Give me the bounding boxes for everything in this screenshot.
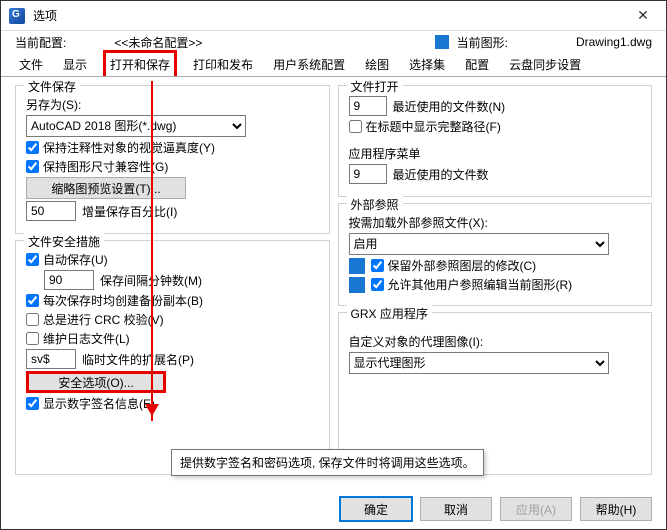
file-open-header: 文件打开 — [347, 78, 403, 95]
autosave-check[interactable]: 自动保存(U) — [26, 251, 108, 268]
incr-save-label: 增量保存百分比(I) — [82, 203, 177, 220]
security-options-button[interactable]: 安全选项(O)... — [26, 371, 166, 393]
tab-open-save[interactable]: 打开和保存 — [103, 50, 177, 76]
xref-layer-icon — [349, 258, 365, 274]
current-profile-label: 当前配置: — [15, 34, 66, 51]
appmenu-recent-input[interactable] — [349, 164, 387, 184]
appmenu-recent-label: 最近使用的文件数 — [393, 166, 489, 183]
help-button[interactable]: 帮助(H) — [580, 497, 652, 521]
size-compat-check[interactable]: 保持图形尺寸兼容性(G) — [26, 158, 168, 175]
temp-ext-input[interactable] — [26, 349, 76, 369]
app-menu-header: 应用程序菜单 — [349, 145, 421, 162]
current-drawing-value: Drawing1.dwg — [576, 35, 652, 49]
tab-print[interactable]: 打印和发布 — [189, 53, 257, 76]
xref-edit-check[interactable]: 允许其他用户参照编辑当前图形(R) — [371, 276, 573, 293]
file-safety-header: 文件安全措施 — [24, 233, 104, 250]
xref-edit-icon — [349, 277, 365, 293]
tab-draft[interactable]: 绘图 — [361, 53, 393, 76]
tooltip: 提供数字签名和密码选项, 保存文件时将调用这些选项。 — [171, 449, 484, 476]
save-format-select[interactable]: AutoCAD 2018 图形(*.dwg) — [26, 115, 246, 137]
window-title: 选项 — [33, 7, 628, 24]
autosave-interval-input[interactable] — [44, 270, 94, 290]
tab-file[interactable]: 文件 — [15, 53, 47, 76]
xref-header: 外部参照 — [347, 196, 403, 213]
right-column: 文件打开 最近使用的文件数(N) 在标题中显示完整路径(F) 应用程序菜单 最近… — [338, 85, 653, 475]
fullpath-check[interactable]: 在标题中显示完整路径(F) — [349, 118, 501, 135]
save-as-label: 另存为(S): — [26, 96, 81, 113]
tab-user-sys[interactable]: 用户系统配置 — [269, 53, 349, 76]
left-column: 文件保存 另存为(S): AutoCAD 2018 图形(*.dwg) 保持注释… — [15, 85, 330, 475]
thumbnail-settings-button[interactable]: 缩略图预览设置(T)... — [26, 177, 186, 199]
cancel-button[interactable]: 取消 — [420, 497, 492, 521]
group-xref: 外部参照 按需加载外部参照文件(X): 启用 保留外部参照图层的修改(C) 允许… — [338, 203, 653, 306]
crc-check[interactable]: 总是进行 CRC 校验(V) — [26, 311, 164, 328]
xref-load-label: 按需加载外部参照文件(X): — [349, 214, 488, 231]
file-save-header: 文件保存 — [24, 78, 80, 95]
proxy-label: 自定义对象的代理图像(I): — [349, 333, 484, 350]
apply-button[interactable]: 应用(A) — [500, 497, 572, 521]
drawing-icon — [435, 35, 449, 49]
annot-fidelity-check[interactable]: 保持注释性对象的视觉逼真度(Y) — [26, 139, 215, 156]
log-check[interactable]: 维护日志文件(L) — [26, 330, 130, 347]
autosave-interval-label: 保存间隔分钟数(M) — [100, 272, 202, 289]
group-file-save: 文件保存 另存为(S): AutoCAD 2018 图形(*.dwg) 保持注释… — [15, 85, 330, 234]
digital-sig-check[interactable]: 显示数字签名信息(E) — [26, 395, 155, 412]
backup-check[interactable]: 每次保存时均创建备份副本(B) — [26, 292, 203, 309]
group-file-open: 文件打开 最近使用的文件数(N) 在标题中显示完整路径(F) 应用程序菜单 最近… — [338, 85, 653, 197]
config-row: 当前配置: <<未命名配置>> 当前图形: Drawing1.dwg — [1, 31, 666, 53]
tab-selection[interactable]: 选择集 — [405, 53, 449, 76]
titlebar: 选项 ✕ — [1, 1, 666, 31]
recent-files-input[interactable] — [349, 96, 387, 116]
tab-bar: 文件 显示 打开和保存 打印和发布 用户系统配置 绘图 选择集 配置 云盘同步设… — [1, 53, 666, 77]
tab-display[interactable]: 显示 — [59, 53, 91, 76]
recent-files-label: 最近使用的文件数(N) — [393, 98, 506, 115]
tab-profiles[interactable]: 配置 — [461, 53, 493, 76]
incr-save-input[interactable] — [26, 201, 76, 221]
tab-cloud[interactable]: 云盘同步设置 — [505, 53, 585, 76]
app-logo-icon — [9, 8, 25, 24]
proxy-select[interactable]: 显示代理图形 — [349, 352, 609, 374]
temp-ext-label: 临时文件的扩展名(P) — [82, 351, 194, 368]
current-drawing-label: 当前图形: — [457, 34, 508, 51]
grx-header: GRX 应用程序 — [347, 305, 432, 322]
current-profile-value: <<未命名配置>> — [114, 34, 202, 51]
xref-load-select[interactable]: 启用 — [349, 233, 609, 255]
group-file-safety: 文件安全措施 自动保存(U) 保存间隔分钟数(M) 每次保存时均创建备份副本(B… — [15, 240, 330, 475]
close-icon[interactable]: ✕ — [628, 7, 658, 24]
dialog-footer: 确定 取消 应用(A) 帮助(H) — [340, 497, 652, 521]
ok-button[interactable]: 确定 — [340, 497, 412, 521]
xref-layer-check[interactable]: 保留外部参照图层的修改(C) — [371, 257, 537, 274]
